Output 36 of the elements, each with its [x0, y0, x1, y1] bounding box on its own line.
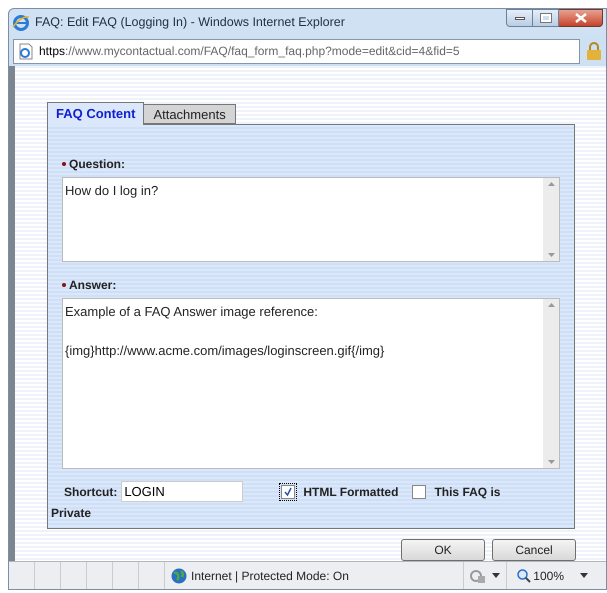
padlock-icon — [586, 41, 602, 61]
address-bar[interactable]: https://www.mycontactual.com/FAQ/faq_form_faq.php?mode=edit&cid=4&fid=5 — [13, 38, 580, 64]
scroll-down-icon[interactable] — [548, 460, 554, 464]
tab[interactable]: Attachments — [144, 104, 236, 124]
text-area[interactable]: How do I log in? — [62, 177, 560, 262]
zoom-icon — [517, 568, 532, 582]
checkbox[interactable] — [412, 484, 426, 498]
maximize-button[interactable] — [533, 9, 559, 27]
url-text: https://www.mycontactual.com/FAQ/faq_form_faq.php?mode=edit&cid=4&fid=5 — [39, 43, 460, 60]
scroll-up-icon[interactable] — [548, 182, 554, 186]
scrollbar[interactable] — [543, 299, 559, 468]
field-label: Question: — [69, 156, 125, 173]
shortcut-label: Shortcut: — [64, 484, 118, 500]
field-label: Answer: — [69, 277, 116, 294]
scroll-down-icon[interactable] — [548, 253, 554, 257]
close-button[interactable] — [559, 9, 603, 27]
zone-status: Internet | Protected Mode: On — [191, 568, 349, 584]
globe-icon — [171, 568, 187, 584]
page-icon — [18, 42, 34, 60]
scrollbar[interactable] — [543, 178, 559, 261]
tab[interactable]: FAQ Content — [47, 102, 144, 125]
zoom-level[interactable]: 100% — [533, 566, 564, 584]
text-area[interactable]: Example of a FAQ Answer image reference: {img}http://www.acme.com/images/loginscreen.gif{/img} — [62, 298, 560, 469]
shortcut-field[interactable]: LOGIN — [121, 481, 244, 502]
scroll-up-icon[interactable] — [548, 303, 554, 307]
option-label: This FAQ is — [434, 484, 500, 500]
dialog-button[interactable]: OK — [401, 539, 485, 561]
dialog-button[interactable]: Cancel — [492, 539, 576, 561]
browser-logo-icon — [12, 14, 30, 32]
window-title: FAQ: Edit FAQ (Logging In) - Windows Internet Explorer — [35, 14, 345, 32]
dropdown-arrow-icon[interactable] — [492, 573, 500, 578]
option-label: Private — [51, 505, 92, 522]
minimize-button[interactable] — [506, 9, 533, 27]
close-icon — [574, 13, 586, 23]
option-label: HTML Formatted — [303, 484, 398, 500]
dropdown-arrow-icon[interactable] — [580, 573, 588, 578]
